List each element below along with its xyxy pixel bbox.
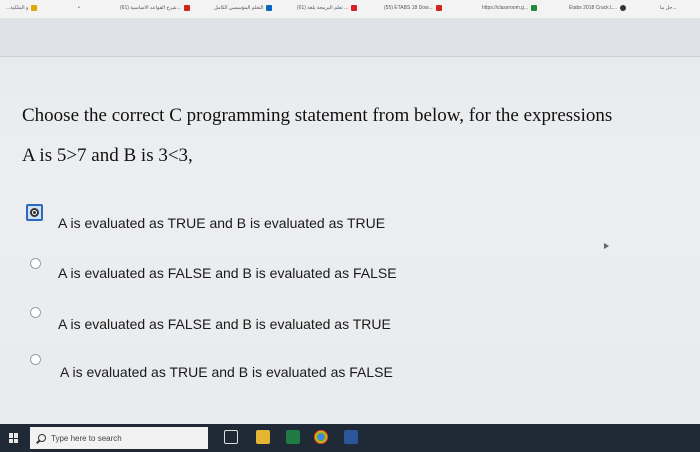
option-radio[interactable] <box>30 354 41 365</box>
option-radio[interactable] <box>30 307 41 318</box>
bookmark-item[interactable]: ...و الملكية <box>6 5 38 11</box>
github-icon <box>620 5 627 11</box>
task-view-icon[interactable] <box>224 430 238 444</box>
youtube-icon <box>183 5 190 11</box>
option-label[interactable]: A is evaluated as TRUE and B is evaluate… <box>60 364 393 380</box>
taskbar-search-box[interactable]: Type here to search <box>30 427 208 449</box>
file-explorer-icon[interactable] <box>256 430 270 444</box>
bookmark-label: ...و الملكية <box>6 5 29 11</box>
bookmark-item[interactable]: حل ما... <box>660 5 677 11</box>
bookmark-item[interactable]: Etabs 2018 Crack L... <box>569 5 627 11</box>
option-radio[interactable] <box>30 258 41 269</box>
bookmarks-bar: ...و الملكية • (61) شرح القواعد الاساسية… <box>0 0 700 19</box>
mouse-cursor-icon <box>604 243 609 249</box>
youtube-icon <box>435 5 442 11</box>
bookmark-label: (61) تعلم البرمجة بلغة ... <box>297 5 349 11</box>
page-header <box>0 18 700 57</box>
overflow-icon[interactable]: • <box>78 5 80 11</box>
excel-icon[interactable] <box>286 430 300 444</box>
bookmark-icon <box>31 5 38 11</box>
bookmark-label: (55) ETABS 18 Dow... <box>384 5 433 11</box>
search-icon <box>38 434 46 442</box>
bookmark-item[interactable]: (61) تعلم البرمجة بلغة ... <box>297 5 358 11</box>
classroom-icon <box>531 5 538 11</box>
word-icon[interactable] <box>344 430 358 444</box>
chrome-icon[interactable] <box>314 430 328 444</box>
bookmark-label: (61) شرح القواعد الاساسية... <box>120 5 181 11</box>
bookmark-item[interactable]: (55) ETABS 18 Dow... <box>384 5 442 11</box>
taskbar: Type here to search <box>0 424 700 452</box>
bookmark-label: Etabs 2018 Crack L... <box>569 5 618 11</box>
question-line: A is 5>7 and B is 3<3, <box>22 145 193 166</box>
question-line: Choose the correct C programming stateme… <box>22 105 613 126</box>
bookmark-item[interactable]: https://classroom.g... <box>482 5 538 11</box>
search-placeholder: Type here to search <box>51 433 122 443</box>
option-label[interactable]: A is evaluated as TRUE and B is evaluate… <box>58 215 385 231</box>
quiz-page: Choose the correct C programming stateme… <box>0 18 700 424</box>
youtube-icon <box>351 5 358 11</box>
linkedin-icon <box>266 5 273 11</box>
bookmark-item[interactable]: التعلم المؤسسي الكامل <box>214 5 273 11</box>
bookmark-label: التعلم المؤسسي الكامل <box>214 5 264 11</box>
option-label[interactable]: A is evaluated as FALSE and B is evaluat… <box>58 265 397 281</box>
option-radio-selected[interactable] <box>26 204 43 221</box>
windows-start-icon[interactable] <box>9 433 19 443</box>
bookmark-label: حل ما... <box>660 5 677 11</box>
bookmark-item[interactable]: (61) شرح القواعد الاساسية... <box>120 5 190 11</box>
option-label[interactable]: A is evaluated as FALSE and B is evaluat… <box>58 316 391 332</box>
bookmark-label: https://classroom.g... <box>482 5 529 11</box>
